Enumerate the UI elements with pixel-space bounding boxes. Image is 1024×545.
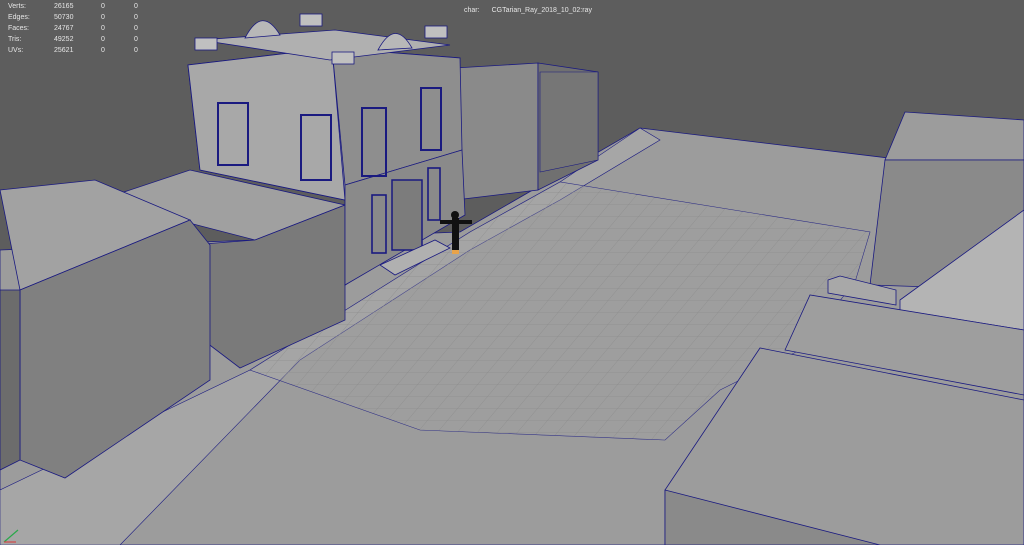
hud-value: 0 bbox=[101, 14, 105, 21]
hud-label: Tris: bbox=[8, 36, 22, 43]
hud-overlay: Verts: 26165 0 0 Edges: 50730 0 0 Faces:… bbox=[0, 0, 1024, 60]
viewport-3d[interactable]: Verts: 26165 0 0 Edges: 50730 0 0 Faces:… bbox=[0, 0, 1024, 545]
hud-value: 0 bbox=[101, 47, 105, 54]
hud-label: Faces: bbox=[8, 25, 30, 32]
hud-label: Verts: bbox=[8, 3, 26, 10]
character-readout: char: CGTarian_Ray_2018_10_02:ray bbox=[464, 7, 592, 14]
hud-label: UVs: bbox=[8, 47, 24, 54]
right-block-top bbox=[884, 111, 1024, 161]
back-block-2 bbox=[539, 71, 599, 173]
char-value: CGTarian_Ray_2018_10_02:ray bbox=[491, 7, 592, 14]
hud-value: 49252 bbox=[54, 36, 74, 43]
hud-value: 26165 bbox=[54, 3, 74, 10]
hud-value: 0 bbox=[134, 3, 138, 10]
hud-value: 24767 bbox=[54, 25, 74, 32]
hud-value: 0 bbox=[134, 47, 138, 54]
hud-value: 0 bbox=[134, 14, 138, 21]
hud-value: 50730 bbox=[54, 14, 74, 21]
hud-value: 0 bbox=[101, 3, 105, 10]
hud-value: 0 bbox=[101, 36, 105, 43]
view-axis-icon bbox=[3, 529, 19, 543]
left-box-1-side bbox=[0, 289, 21, 471]
hud-label: Edges: bbox=[8, 14, 30, 21]
back-block-1 bbox=[454, 62, 539, 201]
scene-render[interactable] bbox=[0, 0, 1024, 545]
hud-value: 25621 bbox=[54, 47, 74, 54]
hud-value: 0 bbox=[101, 25, 105, 32]
hud-value: 0 bbox=[134, 36, 138, 43]
char-label: char: bbox=[464, 7, 480, 14]
hud-value: 0 bbox=[134, 25, 138, 32]
